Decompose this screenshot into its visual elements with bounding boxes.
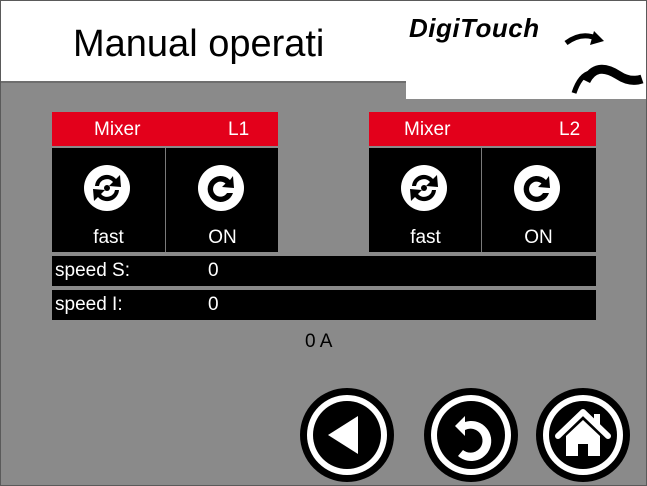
speed-s-value: 0 [208, 260, 219, 281]
mixer-l2-state: ON [524, 227, 553, 248]
mixer-l1-speed-mode: fast [93, 227, 124, 248]
screen: Manual operati DigiTouch Mixer L1 fast O… [0, 0, 647, 486]
brand-logo: DigiTouch [406, 9, 646, 99]
logo-swoosh-icon [564, 31, 644, 94]
mixer-l2-header: Mixer L2 [369, 112, 596, 146]
rotation-arrows-icon [84, 165, 130, 211]
speed-i-value: 0 [208, 294, 219, 315]
logo-text: DigiTouch [409, 13, 540, 43]
return-icon [424, 388, 518, 482]
mixer-l1-name: Mixer [94, 119, 141, 140]
circular-arrow-icon [198, 165, 244, 211]
return-button[interactable] [422, 386, 520, 484]
mixer-l2-name: Mixer [404, 119, 451, 140]
speed-s-label: speed S: [55, 260, 130, 281]
back-icon [300, 388, 394, 482]
rotation-arrows-icon [401, 165, 447, 211]
speed-i-label: speed I: [55, 294, 123, 315]
home-button[interactable] [534, 386, 632, 484]
mixer-l2-line: L2 [559, 119, 581, 140]
speed-i-row: speed I: 0 [52, 290, 596, 320]
mixer-l2-speed-mode: fast [410, 227, 441, 248]
current-readout: 0 A [305, 331, 333, 352]
back-button[interactable] [298, 386, 396, 484]
mixer-l1-line: L1 [228, 119, 250, 140]
circular-arrow-icon [514, 165, 560, 211]
mixer-l1-speed-toggle[interactable]: fast [52, 148, 165, 252]
header-bar: Manual operati DigiTouch [1, 1, 646, 99]
page-title: Manual operati [73, 23, 325, 65]
home-icon [536, 388, 630, 482]
mixer-l2-speed-toggle[interactable]: fast [369, 148, 481, 252]
speed-s-row: speed S: 0 [52, 256, 596, 286]
mixer-l1-state-toggle[interactable]: ON [166, 148, 278, 252]
mixer-l1-header: Mixer L1 [52, 112, 278, 146]
mixer-l1-state: ON [208, 227, 237, 248]
mixer-l2-state-toggle[interactable]: ON [482, 148, 596, 252]
